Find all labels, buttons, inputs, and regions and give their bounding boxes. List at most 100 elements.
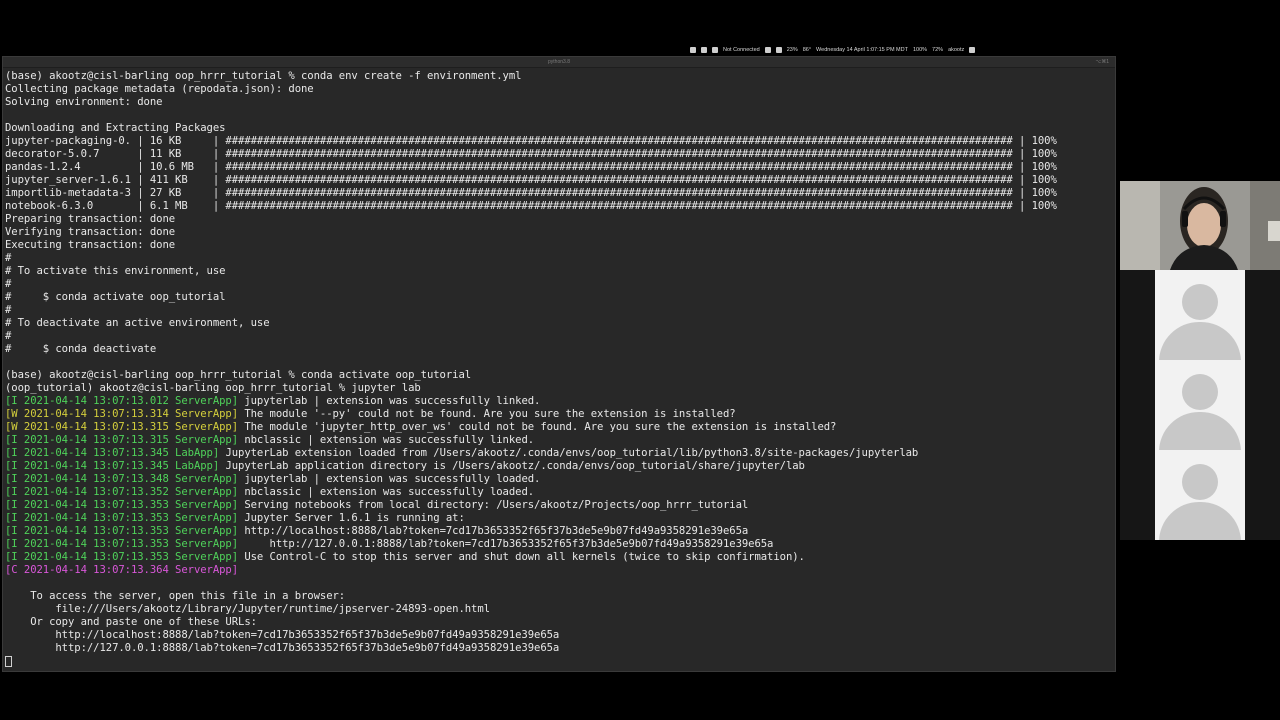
terminal-line: To access the server, open this file in … (5, 590, 1115, 603)
terminal-text: # $ conda activate oop_tutorial (5, 291, 226, 303)
terminal-line: [W 2021-04-14 13:07:13.314 ServerApp] Th… (5, 408, 1115, 421)
terminal-text: The module 'jupyter_http_over_ws' could … (238, 421, 837, 433)
temperature[interactable]: 86° (803, 47, 811, 53)
terminal-text: # To activate this environment, use (5, 265, 226, 277)
terminal-text: Jupyter Server 1.6.1 is running at: (238, 512, 465, 524)
app-icon[interactable] (690, 47, 696, 53)
terminal-text: JupyterLab application directory is /Use… (219, 460, 805, 472)
avatar (1182, 464, 1218, 500)
avatar-body (1159, 412, 1241, 450)
terminal-line: [I 2021-04-14 13:07:13.353 ServerApp] Ju… (5, 512, 1115, 525)
terminal-text: Verifying transaction: done (5, 226, 176, 238)
terminal-text: jupyterlab | extension was successfully … (238, 473, 541, 485)
log-prefix: [I 2021-04-14 13:07:13.353 ServerApp] (5, 499, 239, 511)
menu-icon[interactable] (969, 47, 976, 53)
terminal-line: jupyter-packaging-0. | 16 KB | #########… (5, 135, 1115, 148)
terminal-text: jupyterlab | extension was successfully … (238, 395, 541, 407)
terminal-line: http://localhost:8888/lab?token=7cd17b36… (5, 629, 1115, 642)
terminal-text: Executing transaction: done (5, 239, 176, 251)
log-prefix: [W 2021-04-14 13:07:13.314 ServerApp] (5, 408, 239, 420)
avatar (1182, 374, 1218, 410)
participant-tile[interactable] (1155, 450, 1245, 540)
terminal-text: nbclassic | extension was successfully l… (238, 434, 535, 446)
terminal-text: (base) akootz@cisl-barling oop_hrrr_tuto… (5, 70, 522, 82)
terminal-line: Or copy and paste one of these URLs: (5, 616, 1115, 629)
vpn-icon[interactable] (712, 47, 718, 53)
terminal-line: Verifying transaction: done (5, 226, 1115, 239)
terminal-text: (oop_tutorial) akootz@cisl-barling oop_h… (5, 382, 421, 394)
terminal-text: decorator-5.0.7 | 11 KB | ##############… (5, 148, 1057, 160)
terminal-text: http://127.0.0.1:8888/lab?token=7cd17b36… (5, 642, 560, 654)
participant-tile[interactable] (1155, 270, 1245, 360)
search-icon[interactable] (775, 47, 782, 53)
terminal-line: [I 2021-04-14 13:07:13.353 ServerApp] ht… (5, 538, 1115, 551)
prompt-line[interactable] (5, 655, 1115, 668)
log-prefix: [I 2021-04-14 13:07:13.353 ServerApp] (5, 551, 239, 563)
terminal-text: Solving environment: done (5, 96, 163, 108)
terminal-window[interactable]: python3.8 ⌥⌘1 (base) akootz@cisl-barling… (2, 56, 1116, 672)
terminal-text: Serving notebooks from local directory: … (238, 499, 749, 511)
terminal-line: [I 2021-04-14 13:07:13.345 LabApp] Jupyt… (5, 447, 1115, 460)
log-prefix: [I 2021-04-14 13:07:13.353 ServerApp] (5, 538, 239, 550)
terminal-output[interactable]: (base) akootz@cisl-barling oop_hrrr_tuto… (3, 68, 1115, 668)
terminal-text: JupyterLab extension loaded from /Users/… (219, 447, 919, 459)
terminal-text: nbclassic | extension was successfully l… (238, 486, 535, 498)
terminal-line: Collecting package metadata (repodata.js… (5, 83, 1115, 96)
shield-icon[interactable] (701, 47, 707, 53)
terminal-text: The module '--py' could not be found. Ar… (238, 408, 736, 420)
terminal-text: notebook-6.3.0 | 6.1 MB | ##############… (5, 200, 1057, 212)
terminal-text: jupyter_server-1.6.1 | 411 KB | ########… (5, 174, 1057, 186)
log-prefix: [I 2021-04-14 13:07:13.345 LabApp] (5, 460, 220, 472)
log-prefix: [I 2021-04-14 13:07:13.012 ServerApp] (5, 395, 239, 407)
terminal-shortcut: ⌥⌘1 (1095, 59, 1109, 65)
terminal-text: Use Control-C to stop this server and sh… (238, 551, 805, 563)
terminal-line: Executing transaction: done (5, 239, 1115, 252)
terminal-line: [I 2021-04-14 13:07:13.348 ServerApp] ju… (5, 473, 1115, 486)
terminal-line: (base) akootz@cisl-barling oop_hrrr_tuto… (5, 369, 1115, 382)
terminal-line: notebook-6.3.0 | 6.1 MB | ##############… (5, 200, 1115, 213)
clock[interactable]: Wednesday 14 April 1:07:15 PM MDT (816, 47, 908, 53)
cpu-battery[interactable]: 23% (787, 47, 798, 53)
terminal-line: (oop_tutorial) akootz@cisl-barling oop_h… (5, 382, 1115, 395)
terminal-line: [I 2021-04-14 13:07:13.352 ServerApp] nb… (5, 486, 1115, 499)
wifi-icon[interactable] (764, 47, 771, 53)
volume-level[interactable]: 72% (932, 47, 943, 53)
log-prefix: [I 2021-04-14 13:07:13.352 ServerApp] (5, 486, 239, 498)
presenter-video (1120, 181, 1280, 270)
terminal-text: # (5, 330, 12, 342)
terminal-line: # (5, 330, 1115, 343)
log-prefix: [C 2021-04-14 13:07:13.364 ServerApp] (5, 564, 239, 576)
terminal-line: # (5, 304, 1115, 317)
user-name[interactable]: akootz (948, 47, 964, 53)
network-status[interactable]: Not Connected (723, 47, 760, 53)
avatar-body (1159, 502, 1241, 540)
terminal-line: (base) akootz@cisl-barling oop_hrrr_tuto… (5, 70, 1115, 83)
terminal-line: [C 2021-04-14 13:07:13.364 ServerApp] (5, 564, 1115, 577)
terminal-text: (base) akootz@cisl-barling oop_hrrr_tuto… (5, 369, 472, 381)
terminal-line: # $ conda deactivate (5, 343, 1115, 356)
avatar-body (1159, 322, 1241, 360)
log-prefix: [I 2021-04-14 13:07:13.353 ServerApp] (5, 512, 239, 524)
terminal-text: Preparing transaction: done (5, 213, 176, 225)
terminal-line: [I 2021-04-14 13:07:13.345 LabApp] Jupyt… (5, 460, 1115, 473)
terminal-line: # To activate this environment, use (5, 265, 1115, 278)
terminal-text: # $ conda deactivate (5, 343, 157, 355)
terminal-text: importlib-metadata-3 | 27 KB | #########… (5, 187, 1057, 199)
participant-tile[interactable] (1155, 360, 1245, 450)
terminal-text: jupyter-packaging-0. | 16 KB | #########… (5, 135, 1057, 147)
terminal-line: # (5, 278, 1115, 291)
terminal-text: To access the server, open this file in … (5, 590, 346, 602)
terminal-line: [I 2021-04-14 13:07:13.353 ServerApp] Us… (5, 551, 1115, 564)
terminal-text: Or copy and paste one of these URLs: (5, 616, 257, 628)
terminal-text: # To deactivate an active environment, u… (5, 317, 270, 329)
text-cursor (5, 655, 12, 667)
terminal-text: # (5, 304, 12, 316)
terminal-text: Downloading and Extracting Packages (5, 122, 226, 134)
terminal-line: importlib-metadata-3 | 27 KB | #########… (5, 187, 1115, 200)
battery-percent[interactable]: 100% (913, 47, 927, 53)
terminal-text: # (5, 252, 12, 264)
terminal-line: Downloading and Extracting Packages (5, 122, 1115, 135)
presenter-video-frame (1120, 181, 1280, 270)
terminal-titlebar: python3.8 ⌥⌘1 (3, 57, 1115, 68)
